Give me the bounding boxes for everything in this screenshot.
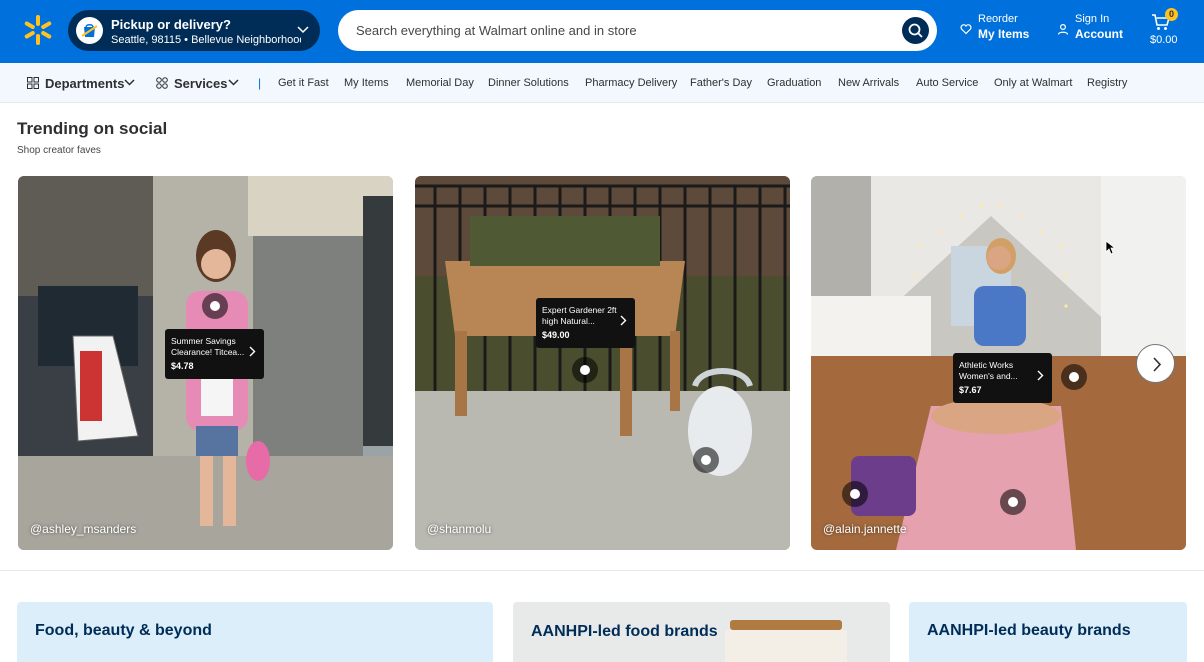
creator-photo [415, 176, 790, 550]
chevron-down-icon [124, 79, 135, 86]
nav-link-new-arrivals[interactable]: New Arrivals [838, 77, 899, 89]
product-hotspot[interactable] [1061, 364, 1087, 390]
cart-total[interactable]: $0.00 [1150, 34, 1178, 46]
chevron-right-icon [1037, 370, 1044, 381]
creator-handle: @shanmolu [427, 522, 492, 536]
nav-separator: | [258, 76, 262, 90]
promo-title: AANHPI-led beauty brands [927, 622, 1131, 639]
pickup-delivery-button[interactable]: Pickup or delivery? Seattle, 98115 • Bel… [68, 10, 320, 51]
nav-link-graduation[interactable]: Graduation [767, 77, 821, 89]
walmart-spark-logo[interactable] [22, 14, 54, 46]
grid-icon [27, 77, 39, 89]
section-divider [0, 570, 1204, 571]
creator-handle: @ashley_msanders [30, 522, 137, 536]
chevron-down-icon [228, 79, 239, 86]
product-hotspot[interactable] [572, 357, 598, 383]
promo-tile[interactable]: Food, beauty & beyond [17, 602, 493, 662]
pickup-title: Pickup or delivery? [111, 17, 231, 32]
product-name: Summer Savings Clearance! Titcea... [171, 336, 245, 357]
nav-link-fathers-day[interactable]: Father's Day [690, 77, 752, 89]
services-menu[interactable]: Services [174, 76, 228, 91]
section-subtitle: Shop creator faves [17, 145, 101, 156]
user-icon [1057, 23, 1069, 35]
nav-link-get-it-fast[interactable]: Get it Fast [278, 77, 329, 89]
cart-count-badge: 0 [1165, 8, 1178, 21]
my-items-label: My Items [978, 27, 1030, 41]
search-input[interactable] [356, 20, 876, 40]
delivery-bag-icon [76, 17, 103, 44]
product-hotspot[interactable] [1000, 489, 1026, 515]
product-price: $7.67 [959, 385, 982, 395]
sign-in-account-link[interactable]: Sign In Account [1057, 12, 1123, 42]
nav-link-auto-service[interactable]: Auto Service [916, 77, 978, 89]
product-hotspot[interactable] [842, 481, 868, 507]
chevron-right-icon [620, 315, 627, 326]
services-icon [156, 77, 168, 89]
departments-menu[interactable]: Departments [45, 76, 124, 91]
nav-link-memorial-day[interactable]: Memorial Day [406, 77, 474, 89]
social-card[interactable]: Expert Gardener 2ft high Natural... $49.… [415, 176, 790, 550]
chevron-right-icon [249, 346, 256, 357]
search-button[interactable] [902, 17, 929, 44]
product-hotspot[interactable] [202, 293, 228, 319]
social-card[interactable]: Summer Savings Clearance! Titcea... $4.7… [18, 176, 393, 550]
account-label: Account [1075, 27, 1123, 41]
product-tag[interactable]: Summer Savings Clearance! Titcea... $4.7… [165, 329, 264, 379]
product-price: $4.78 [171, 361, 194, 371]
product-hotspot[interactable] [693, 447, 719, 473]
nav-link-registry[interactable]: Registry [1087, 77, 1127, 89]
product-price: $49.00 [542, 330, 570, 340]
mouse-cursor-icon [1105, 240, 1115, 255]
search-bar [338, 10, 937, 51]
sign-in-label: Sign In [1075, 13, 1110, 25]
nav-link-only-at-walmart[interactable]: Only at Walmart [994, 77, 1072, 89]
creator-handle: @alain.jannette [823, 522, 907, 536]
search-icon [908, 23, 923, 38]
chevron-right-icon [1153, 357, 1162, 372]
product-tag[interactable]: Athletic Works Women's and... $7.67 [953, 353, 1052, 403]
promo-tile[interactable]: AANHPI-led beauty brands [909, 602, 1187, 662]
nav-link-dinner-solutions[interactable]: Dinner Solutions [488, 77, 569, 89]
pickup-location: Seattle, 98115 • Bellevue Neighborhood..… [111, 34, 301, 46]
top-header: Pickup or delivery? Seattle, 98115 • Bel… [0, 0, 1204, 63]
promo-title: AANHPI-led food brands [531, 623, 718, 640]
chevron-down-icon [297, 26, 309, 34]
promo-tile[interactable]: AANHPI-led food brands [513, 602, 890, 662]
nav-link-my-items[interactable]: My Items [344, 77, 389, 89]
carousel-next-button[interactable] [1136, 344, 1175, 383]
jar-image [725, 620, 847, 662]
secondary-nav: Departments Services | Get it Fast My It… [0, 63, 1204, 103]
reorder-my-items-link[interactable]: Reorder My Items [960, 12, 1029, 42]
product-tag[interactable]: Expert Gardener 2ft high Natural... $49.… [536, 298, 635, 348]
product-name: Athletic Works Women's and... [959, 360, 1018, 381]
reorder-label: Reorder [978, 13, 1018, 25]
promo-title: Food, beauty & beyond [35, 622, 212, 639]
social-card[interactable]: Athletic Works Women's and... $7.67 @ala… [811, 176, 1186, 550]
nav-link-pharmacy-delivery[interactable]: Pharmacy Delivery [585, 77, 677, 89]
product-name: Expert Gardener 2ft high Natural... [542, 305, 617, 326]
section-title: Trending on social [17, 119, 168, 138]
heart-icon [960, 24, 972, 35]
